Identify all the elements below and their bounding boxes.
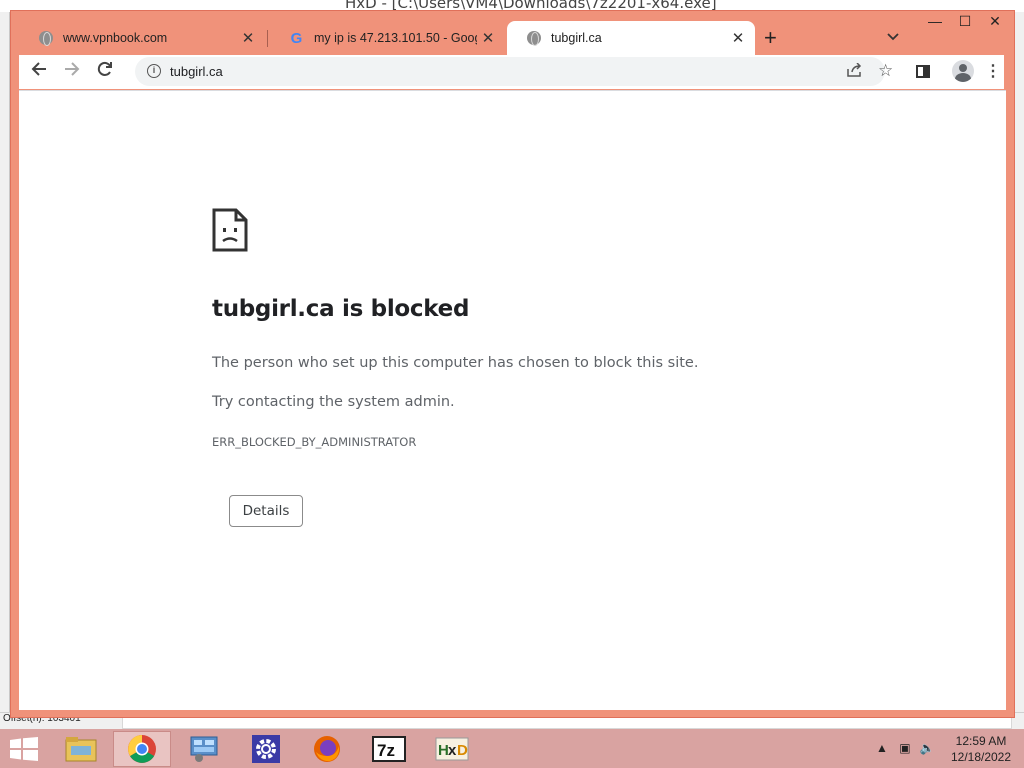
tab-vpnbook[interactable]: www.vpnbook.com ✕ xyxy=(19,21,265,55)
bookmark-star-icon[interactable]: ☆ xyxy=(878,61,893,81)
tab-google-search[interactable]: G my ip is 47.213.101.50 - Google S ✕ xyxy=(269,21,505,55)
chevron-up-icon[interactable]: ▲ xyxy=(876,741,888,755)
tab-search-chevron-icon[interactable] xyxy=(887,29,899,44)
tab-strip: www.vpnbook.com ✕ G my ip is 47.213.101.… xyxy=(19,21,1004,55)
chrome-icon[interactable] xyxy=(113,731,171,767)
url-text[interactable]: tubgirl.ca xyxy=(170,64,223,79)
taskbar: 7z HxD ▲ ▣ 🔈 12:59 AM 12/18/2022 xyxy=(0,729,1024,768)
block-explanation: The person who set up this computer has … xyxy=(212,355,699,371)
share-icon[interactable] xyxy=(847,62,863,80)
blocked-page-icon xyxy=(212,208,248,257)
volume-icon[interactable]: 🔈 xyxy=(920,741,935,755)
close-tab-icon[interactable]: ✕ xyxy=(237,29,259,47)
address-bar[interactable]: i tubgirl.ca ☆ xyxy=(135,57,893,86)
back-arrow-icon[interactable] xyxy=(31,61,47,82)
file-explorer-icon[interactable] xyxy=(52,731,110,767)
clock-date: 12/18/2022 xyxy=(950,750,1012,764)
reload-icon[interactable] xyxy=(97,61,113,82)
site-info-icon[interactable]: i xyxy=(147,64,161,78)
taskbar-clock[interactable]: 12:59 AM 12/18/2022 xyxy=(945,733,1017,765)
tab-title: my ip is 47.213.101.50 - Google S xyxy=(314,31,477,45)
hxd-icon[interactable]: HxD xyxy=(423,731,481,767)
system-tray[interactable]: ▲ ▣ 🔈 xyxy=(876,741,935,755)
google-icon: G xyxy=(290,29,303,47)
clock-time: 12:59 AM xyxy=(955,734,1007,748)
globe-icon xyxy=(527,31,541,46)
forward-arrow-icon[interactable] xyxy=(64,61,80,82)
svg-text:x: x xyxy=(448,742,457,759)
chrome-window: — ☐ ✕ www.vpnbook.com ✕ G my ip is 47.21… xyxy=(10,10,1015,718)
contact-admin-text: Try contacting the system admin. xyxy=(212,394,455,410)
side-panel-icon[interactable] xyxy=(916,65,930,78)
toolbar: i tubgirl.ca ☆ ⋮ xyxy=(19,55,1004,89)
new-tab-button[interactable]: + xyxy=(764,25,777,51)
svg-text:D: D xyxy=(457,742,468,759)
svg-text:7z: 7z xyxy=(377,741,395,760)
kebab-menu-icon[interactable]: ⋮ xyxy=(985,61,1001,81)
page-title: tubgirl.ca is blocked xyxy=(212,296,470,322)
close-tab-icon[interactable]: ✕ xyxy=(727,29,749,47)
page-content: tubgirl.ca is blocked The person who set… xyxy=(19,90,1006,710)
network-icon[interactable]: ▣ xyxy=(899,741,910,755)
settings-icon[interactable] xyxy=(237,731,295,767)
close-tab-icon[interactable]: ✕ xyxy=(477,29,499,47)
profile-avatar-icon[interactable] xyxy=(952,60,974,82)
firefox-icon[interactable] xyxy=(298,731,356,767)
tab-tubgirl[interactable]: tubgirl.ca ✕ xyxy=(507,21,755,55)
7zip-icon[interactable]: 7z xyxy=(360,731,418,767)
control-panel-icon[interactable] xyxy=(175,731,233,767)
tab-separator xyxy=(267,30,268,47)
error-code: ERR_BLOCKED_BY_ADMINISTRATOR xyxy=(212,435,417,449)
windows-start-icon[interactable] xyxy=(10,737,38,761)
globe-icon xyxy=(39,31,53,46)
hxd-left-edge xyxy=(0,12,10,712)
tab-title: tubgirl.ca xyxy=(551,31,602,45)
details-button[interactable]: Details xyxy=(229,495,303,527)
tab-title: www.vpnbook.com xyxy=(63,31,168,45)
